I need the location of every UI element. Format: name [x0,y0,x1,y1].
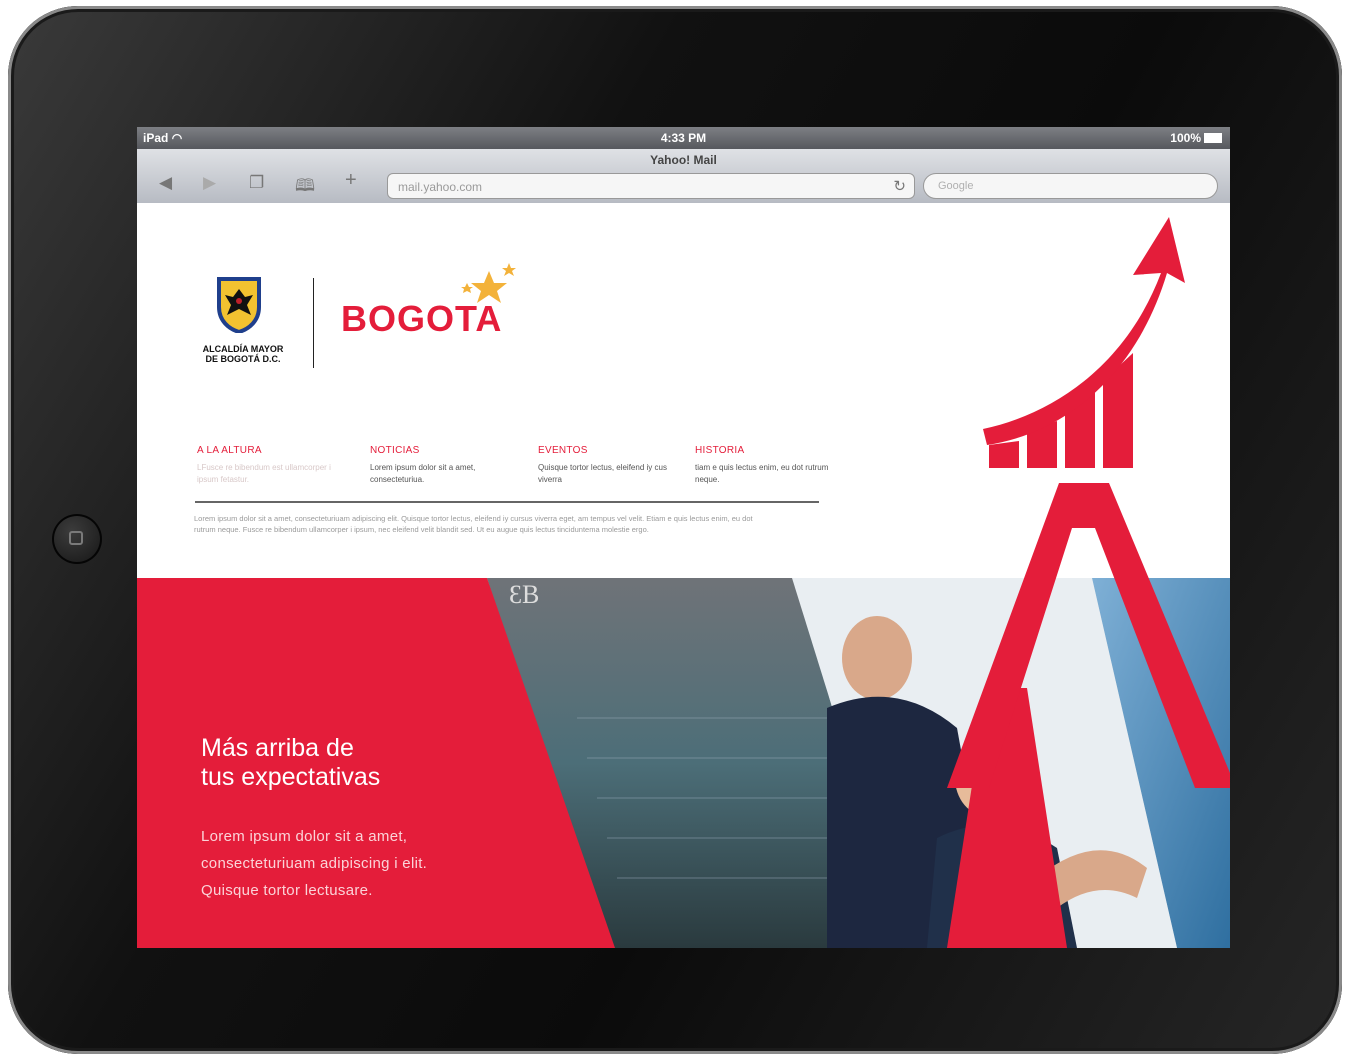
battery-icon [1204,133,1222,143]
back-icon[interactable]: ◀ [159,173,172,193]
nav-title[interactable]: NOTICIAS [370,445,510,456]
home-button-icon[interactable] [52,514,102,564]
nav-desc: Quisque tortor lectus, eleifend iy cus v… [538,463,667,484]
nav-title[interactable]: A LA ALTURA [197,445,337,456]
address-bar[interactable]: mail.yahoo.com ↻ [387,173,915,199]
nav-title[interactable]: HISTORIA [695,445,835,456]
nav-item-historia[interactable]: HISTORIA tiam e quis lectus enim, eu dot… [695,445,835,486]
building-sign: ƐB [509,580,540,609]
nav-desc: LFusce re bibendum est ullamcorper i ips… [197,463,331,484]
ipad-screen: iPad ◠ 4:33 PM 100% Yahoo! Mail ◀ ▶ ❐ 🕮 … [137,127,1230,948]
alcaldia-logo-text: ALCALDÍA MAYOR DE BOGOTÁ D.C. [197,344,289,364]
bookmarks-icon[interactable]: 🕮 [295,173,315,202]
search-input[interactable]: Google [923,173,1218,199]
search-placeholder: Google [938,180,974,192]
alcaldia-line1: ALCALDÍA MAYOR [202,344,284,354]
nav-item-a-la-altura[interactable]: A LA ALTURA LFusce re bibendum est ullam… [197,445,337,486]
tabs-icon[interactable]: ❐ [249,173,264,193]
growth-arrow-icon [947,217,1230,788]
url-text: mail.yahoo.com [398,180,483,194]
status-bar: iPad ◠ 4:33 PM 100% [137,127,1230,149]
intro-paragraph: Lorem ipsum dolor sit a amet, consectetu… [194,514,753,534]
stars-icon [461,263,516,303]
nav-item-eventos[interactable]: EVENTOS Quisque tortor lectus, eleifend … [538,445,678,486]
clock: 4:33 PM [660,131,707,145]
nav-divider [195,501,819,503]
nav-title[interactable]: EVENTOS [538,445,678,456]
nav-desc: tiam e quis lectus enim, eu dot rutrum n… [695,463,829,484]
hero-body: Lorem ipsum dolor sit a amet, consectetu… [201,828,428,899]
logo-divider [313,278,314,368]
reload-icon[interactable]: ↻ [893,177,906,195]
nav-desc: Lorem ipsum dolor sit a amet, consectetu… [370,463,476,484]
alcaldia-line2: DE BOGOTÁ D.C. [205,354,281,364]
hero-title-line1: Más arriba de [201,734,354,762]
battery-percent: 100% [1170,131,1201,145]
forward-icon[interactable]: ▶ [203,173,216,193]
hero-title: Más arriba de tus expectativas [201,734,521,792]
hero-title-line2: tus expectativas [201,763,381,791]
browser-toolbar: Yahoo! Mail ◀ ▶ ❐ 🕮 + mail.yahoo.com ↻ G… [137,149,1230,204]
nav-item-noticias[interactable]: NOTICIAS Lorem ipsum dolor sit a amet, c… [370,445,510,486]
coat-of-arms-icon [217,277,261,333]
add-icon[interactable]: + [345,169,357,192]
page-title: Yahoo! Mail [650,153,717,167]
